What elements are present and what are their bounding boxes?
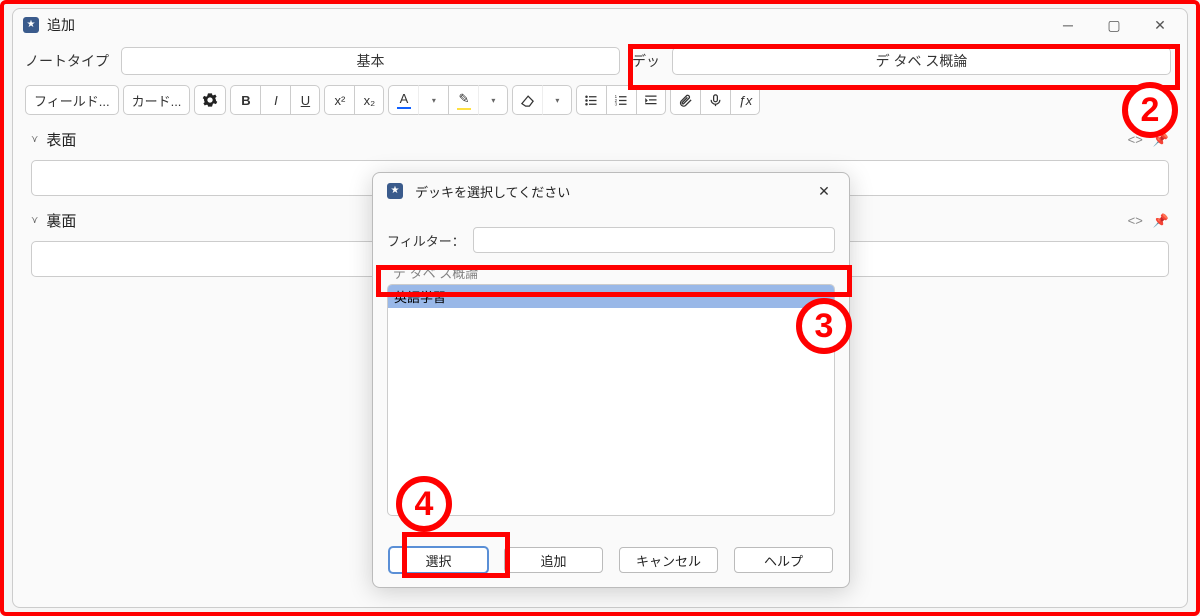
editor-toolbar: フィールド... カード... B I U x² x₂ A ▾ ✎ ▾ <box>13 81 1187 123</box>
notetype-label: ノートタイプ <box>25 51 109 71</box>
text-color-dropdown[interactable]: ▾ <box>418 85 448 115</box>
fx-button[interactable]: ƒx <box>730 85 760 115</box>
collapse-icon[interactable]: ⋎ <box>31 134 38 145</box>
help-button[interactable]: ヘルプ <box>734 547 833 573</box>
text-color-button[interactable]: A <box>388 85 418 115</box>
deck-list: 英語学習 <box>387 284 835 516</box>
attach-button[interactable] <box>670 85 700 115</box>
highlight-button[interactable]: ✎ <box>448 85 478 115</box>
cards-button[interactable]: カード... <box>123 85 191 115</box>
subscript-button[interactable]: x₂ <box>354 85 384 115</box>
eraser-dropdown[interactable]: ▾ <box>542 85 572 115</box>
dialog-titlebar: デッキを選択してください ✕ <box>373 173 849 209</box>
add-button[interactable]: 追加 <box>504 547 603 573</box>
deck-list-item[interactable]: デ タベ ス概論 <box>387 261 835 284</box>
select-button[interactable]: 選択 <box>389 547 488 573</box>
ul-button[interactable] <box>576 85 606 115</box>
italic-button[interactable]: I <box>260 85 290 115</box>
code-icon[interactable]: <> <box>1128 132 1143 148</box>
list-group: 123 <box>576 85 666 115</box>
superscript-button[interactable]: x² <box>324 85 354 115</box>
front-label: 表面 <box>46 129 76 150</box>
deck-selector[interactable]: デ タベ ス概論 <box>672 47 1171 75</box>
minimize-button[interactable]: ─ <box>1045 11 1091 39</box>
gear-icon[interactable] <box>194 85 226 115</box>
filter-input[interactable] <box>473 227 835 253</box>
maximize-button[interactable]: ▢ <box>1091 11 1137 39</box>
type-deck-row: ノートタイプ 基本 デッ デ タベ ス概論 <box>13 41 1187 81</box>
filter-label: フィルター： <box>387 231 465 250</box>
window-title: 追加 <box>47 15 75 35</box>
eraser-button[interactable] <box>512 85 542 115</box>
titlebar: 追加 ─ ▢ ✕ <box>13 9 1187 41</box>
erase-group: ▾ <box>512 85 572 115</box>
back-label: 裏面 <box>46 210 76 231</box>
deck-chooser-dialog: デッキを選択してください ✕ フィルター： デ タベ ス概論 英語学習 選択 追… <box>372 172 850 588</box>
dialog-close-button[interactable]: ✕ <box>807 179 841 203</box>
indent-button[interactable] <box>636 85 666 115</box>
svg-text:3: 3 <box>615 101 618 106</box>
media-group: ƒx <box>670 85 760 115</box>
collapse-icon[interactable]: ⋎ <box>31 215 38 226</box>
cancel-button[interactable]: キャンセル <box>619 547 718 573</box>
highlight-dropdown[interactable]: ▾ <box>478 85 508 115</box>
ol-button[interactable]: 123 <box>606 85 636 115</box>
pin-icon[interactable]: 📌 <box>1153 213 1169 229</box>
text-style-group: B I U <box>230 85 320 115</box>
deck-label: デッ <box>632 51 660 71</box>
dialog-title: デッキを選択してください <box>415 182 570 201</box>
bold-button[interactable]: B <box>230 85 260 115</box>
code-icon[interactable]: <> <box>1128 213 1143 229</box>
color-group: A ▾ ✎ ▾ <box>388 85 508 115</box>
close-button[interactable]: ✕ <box>1137 11 1183 39</box>
deck-list-item-selected[interactable]: 英語学習 <box>388 285 834 308</box>
record-button[interactable] <box>700 85 730 115</box>
pin-icon[interactable]: 📌 <box>1153 132 1169 148</box>
app-icon <box>385 181 405 201</box>
app-icon <box>21 15 41 35</box>
notetype-selector[interactable]: 基本 <box>121 47 620 75</box>
underline-button[interactable]: U <box>290 85 320 115</box>
fields-button[interactable]: フィールド... <box>25 85 119 115</box>
script-group: x² x₂ <box>324 85 384 115</box>
